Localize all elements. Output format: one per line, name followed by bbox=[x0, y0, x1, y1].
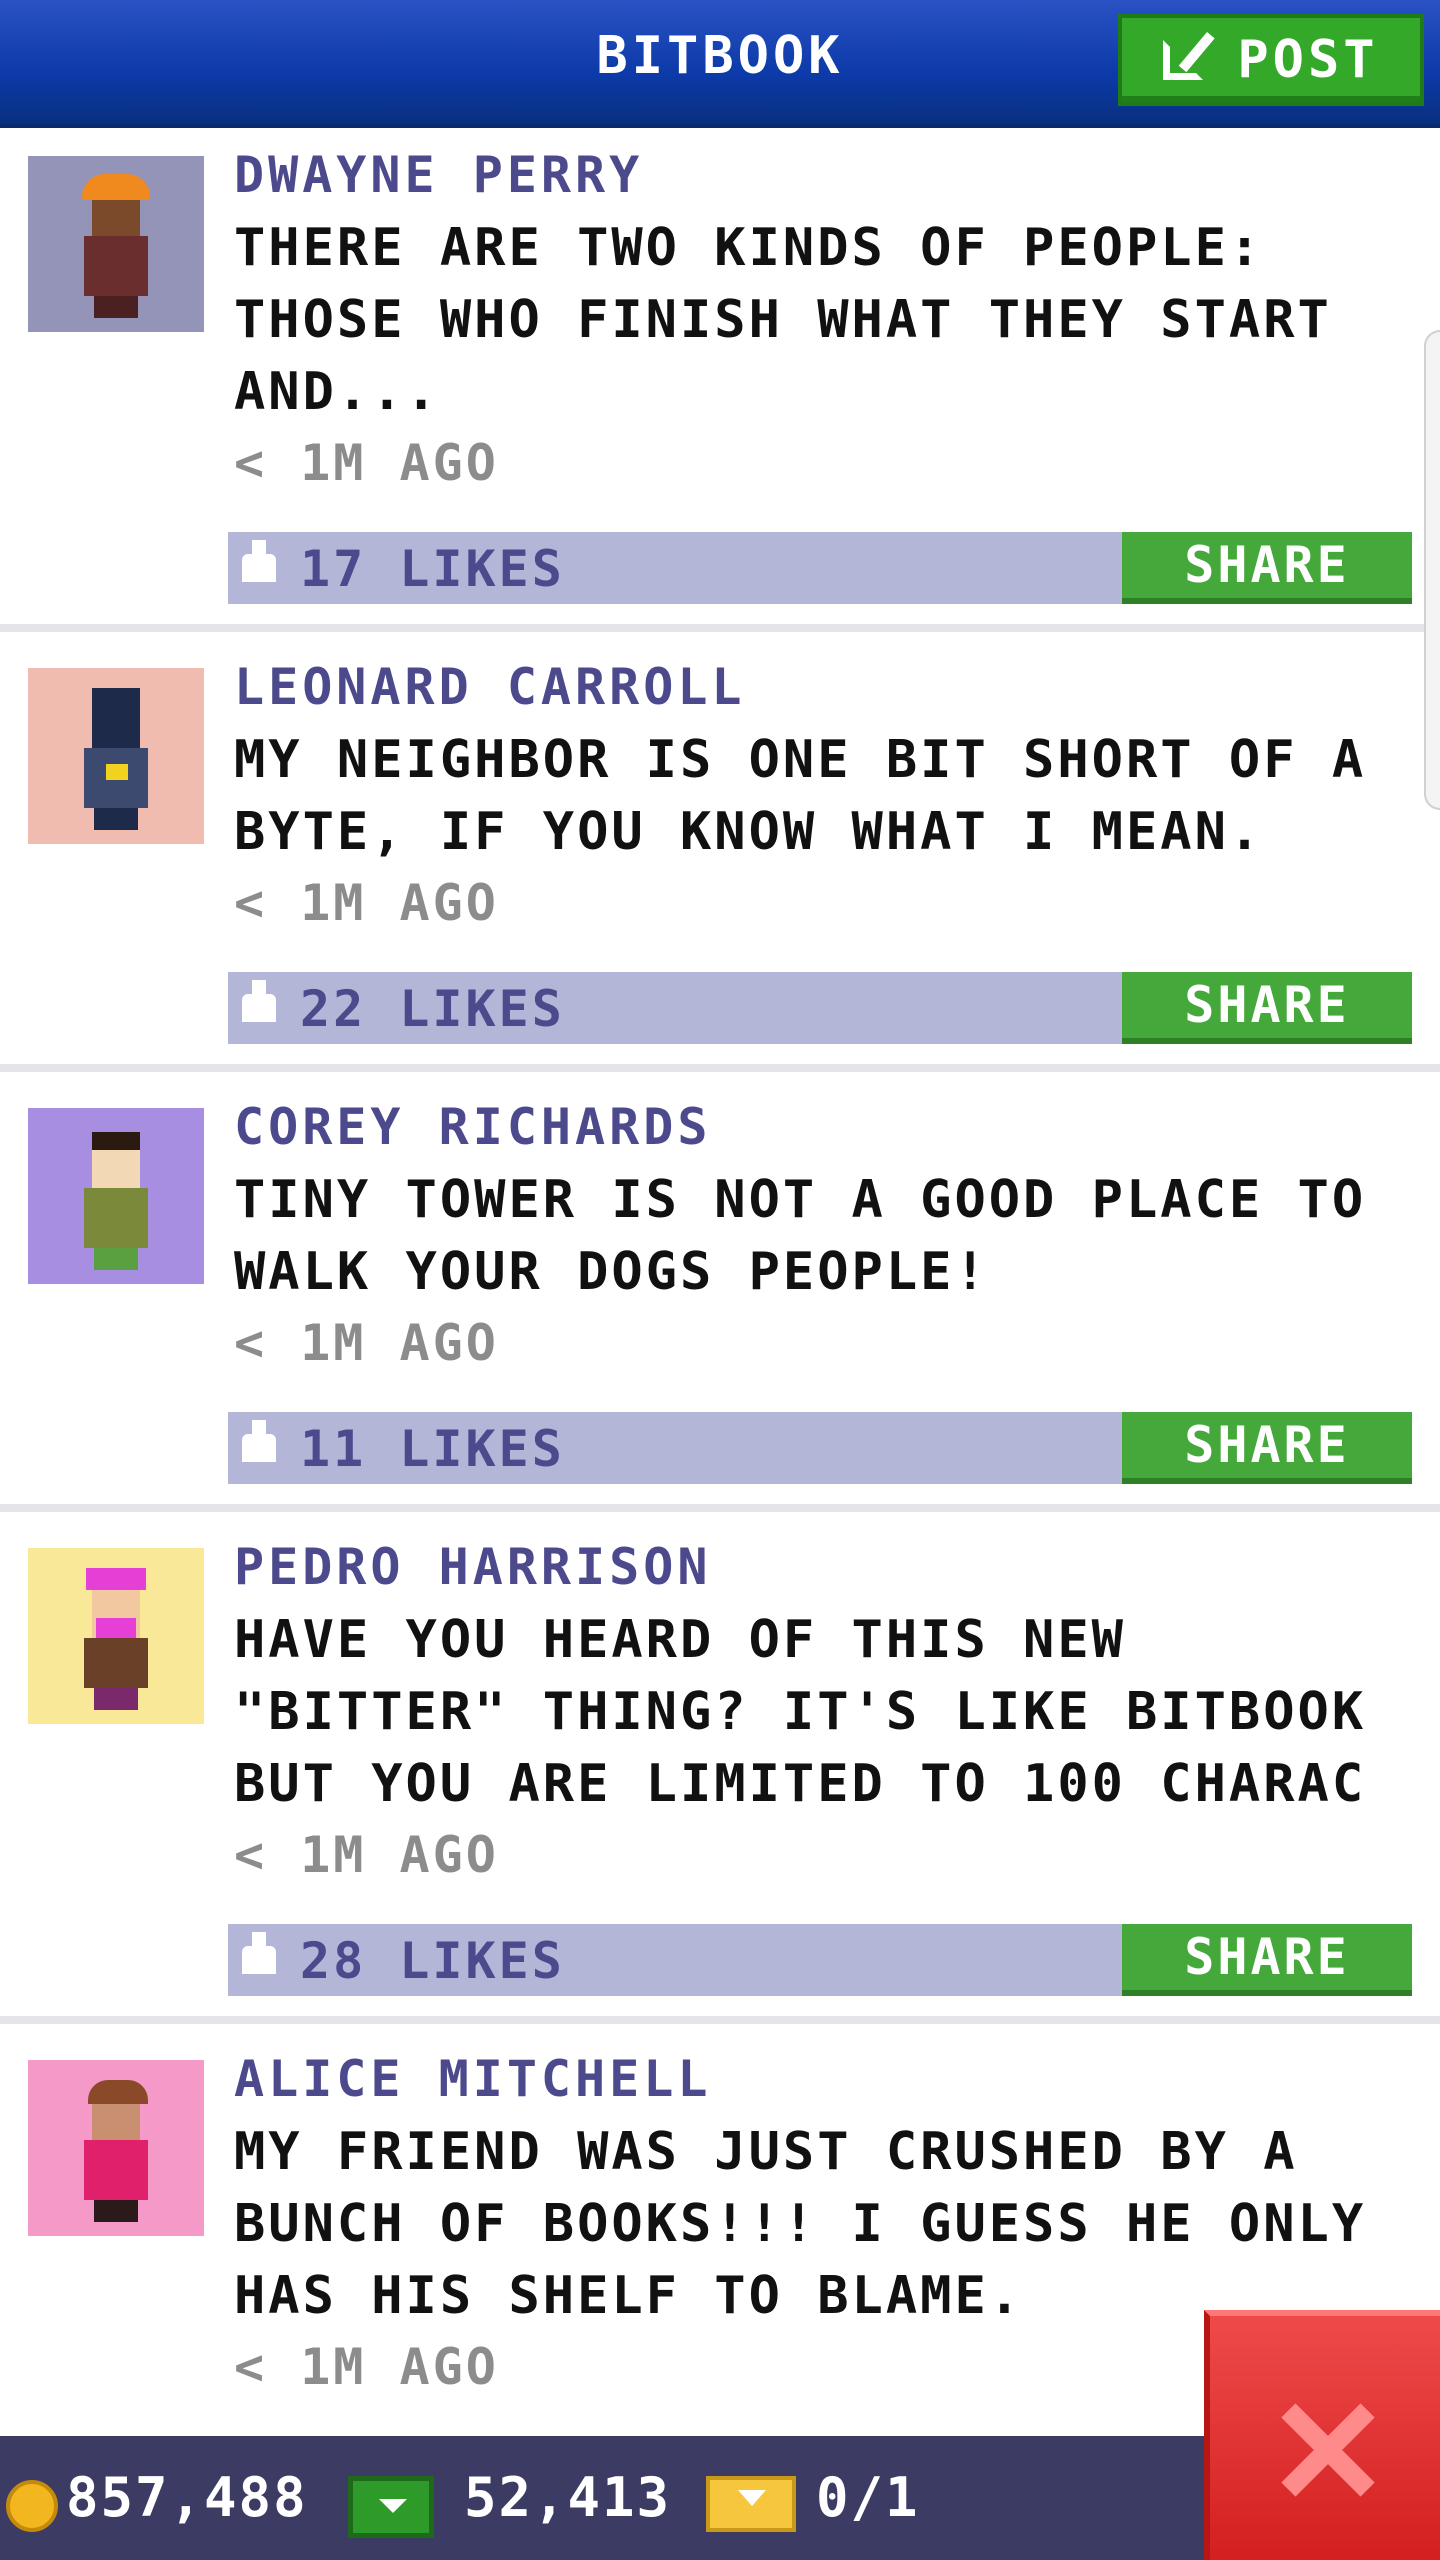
like-bar: 28 LIKES SHARE bbox=[228, 1924, 1412, 1996]
share-button[interactable]: SHARE bbox=[1122, 532, 1412, 604]
post-divider bbox=[0, 624, 1440, 632]
like-bar: 22 LIKES SHARE bbox=[228, 972, 1412, 1044]
post-author[interactable]: ALICE MITCHELL bbox=[234, 2050, 711, 2108]
post-divider bbox=[0, 1504, 1440, 1512]
avatar bbox=[28, 156, 204, 332]
share-button[interactable]: SHARE bbox=[1122, 1924, 1412, 1996]
like-count: 11 LIKES bbox=[300, 1420, 565, 1478]
coin-icon bbox=[6, 2480, 58, 2532]
post-divider bbox=[0, 1064, 1440, 1072]
post-time: < 1M AGO bbox=[234, 1314, 499, 1372]
post-message: MY FRIEND WAS JUST CRUSHED BY A BUNCH OF… bbox=[234, 2122, 1367, 2326]
share-button[interactable]: SHARE bbox=[1122, 1412, 1412, 1484]
post-author[interactable]: COREY RICHARDS bbox=[234, 1098, 711, 1156]
post-message: MY NEIGHBOR IS ONE BIT SHORT OF A BYTE, … bbox=[234, 730, 1367, 862]
post-author[interactable]: LEONARD CARROLL bbox=[234, 658, 746, 716]
like-bar: 17 LIKES SHARE bbox=[228, 532, 1412, 604]
post-message: HAVE YOU HEARD OF THIS NEW "BITTER" THIN… bbox=[234, 1610, 1367, 1814]
thumbs-up-icon[interactable] bbox=[242, 1420, 276, 1462]
close-icon bbox=[1278, 2402, 1374, 2498]
avatar bbox=[28, 1548, 204, 1724]
like-count: 28 LIKES bbox=[300, 1932, 565, 1990]
avatar bbox=[28, 1108, 204, 1284]
post-author[interactable]: PEDRO HARRISON bbox=[234, 1538, 711, 1596]
post-time: < 1M AGO bbox=[234, 874, 499, 932]
post-button[interactable]: POST bbox=[1118, 14, 1424, 106]
avatar bbox=[28, 2060, 204, 2236]
like-count: 17 LIKES bbox=[300, 540, 565, 598]
post-divider bbox=[0, 2016, 1440, 2024]
bux-icon bbox=[348, 2476, 434, 2538]
top-bar: BITBOOK POST bbox=[0, 0, 1440, 128]
post-time: < 1M AGO bbox=[234, 2338, 499, 2396]
post-author[interactable]: DWAYNE PERRY bbox=[234, 146, 643, 204]
post-time: < 1M AGO bbox=[234, 434, 499, 492]
like-count: 22 LIKES bbox=[300, 980, 565, 1038]
ticket-icon bbox=[706, 2476, 796, 2532]
share-button[interactable]: SHARE bbox=[1122, 972, 1412, 1044]
post-message: THERE ARE TWO KINDS OF PEOPLE: THOSE WHO… bbox=[234, 218, 1332, 422]
thumbs-up-icon[interactable] bbox=[242, 1932, 276, 1974]
like-bar: 11 LIKES SHARE bbox=[228, 1412, 1412, 1484]
ticket-count: 0/1 bbox=[816, 2466, 920, 2529]
scroll-handle[interactable] bbox=[1424, 330, 1440, 810]
compose-icon bbox=[1163, 32, 1219, 88]
coin-count: 857,488 bbox=[66, 2466, 308, 2529]
close-button[interactable] bbox=[1204, 2310, 1440, 2560]
thumbs-up-icon[interactable] bbox=[242, 540, 276, 582]
post-button-label: POST bbox=[1237, 30, 1379, 90]
avatar bbox=[28, 668, 204, 844]
post-message: TINY TOWER IS NOT A GOOD PLACE TO WALK Y… bbox=[234, 1170, 1367, 1302]
bux-count: 52,413 bbox=[464, 2466, 672, 2529]
post-time: < 1M AGO bbox=[234, 1826, 499, 1884]
thumbs-up-icon[interactable] bbox=[242, 980, 276, 1022]
